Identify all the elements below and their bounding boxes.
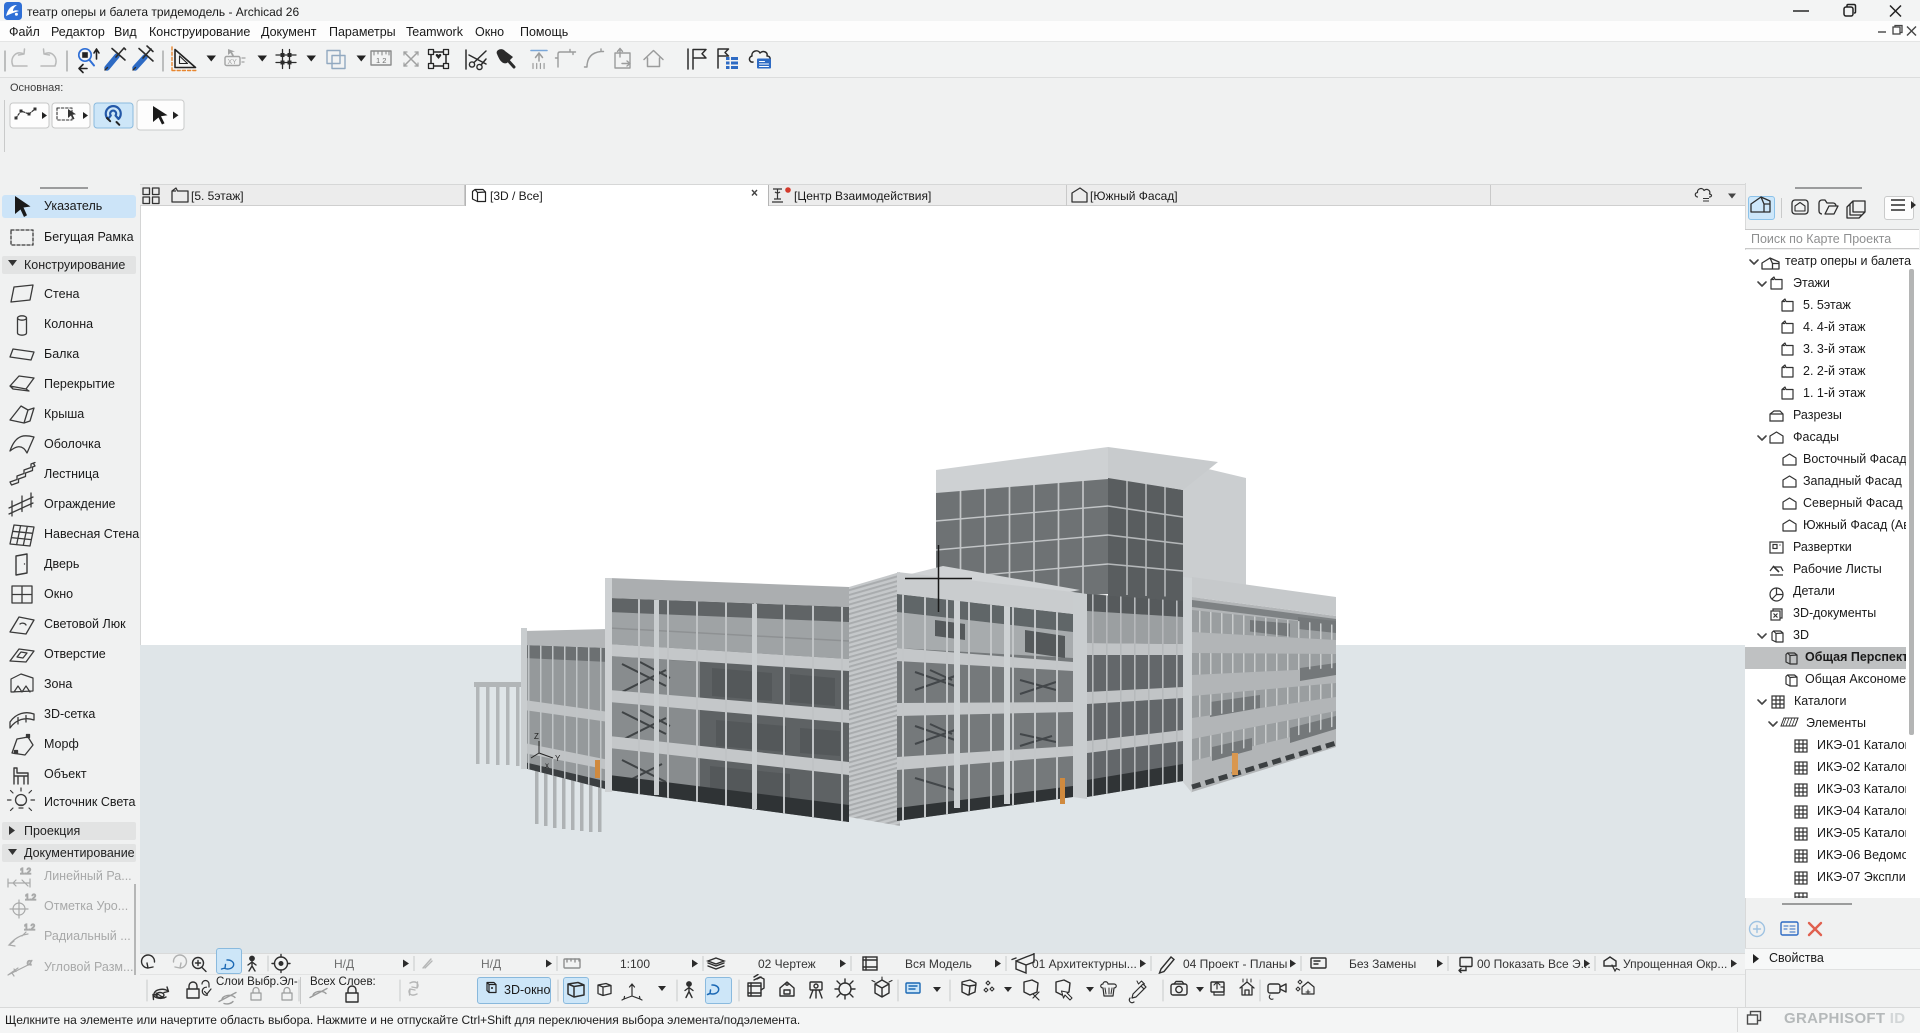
svg-text:α: α [27, 957, 32, 967]
svg-text:x: x [545, 761, 549, 770]
svg-text:1.2: 1.2 [20, 867, 32, 876]
svg-text:Z: Z [534, 732, 539, 741]
svg-text:Y: Y [555, 754, 561, 763]
svg-text:1.2: 1.2 [24, 923, 36, 932]
svg-text:XY: XY [228, 59, 238, 66]
svg-text:1.2: 1.2 [25, 893, 37, 902]
svg-text:1 2: 1 2 [376, 56, 386, 65]
